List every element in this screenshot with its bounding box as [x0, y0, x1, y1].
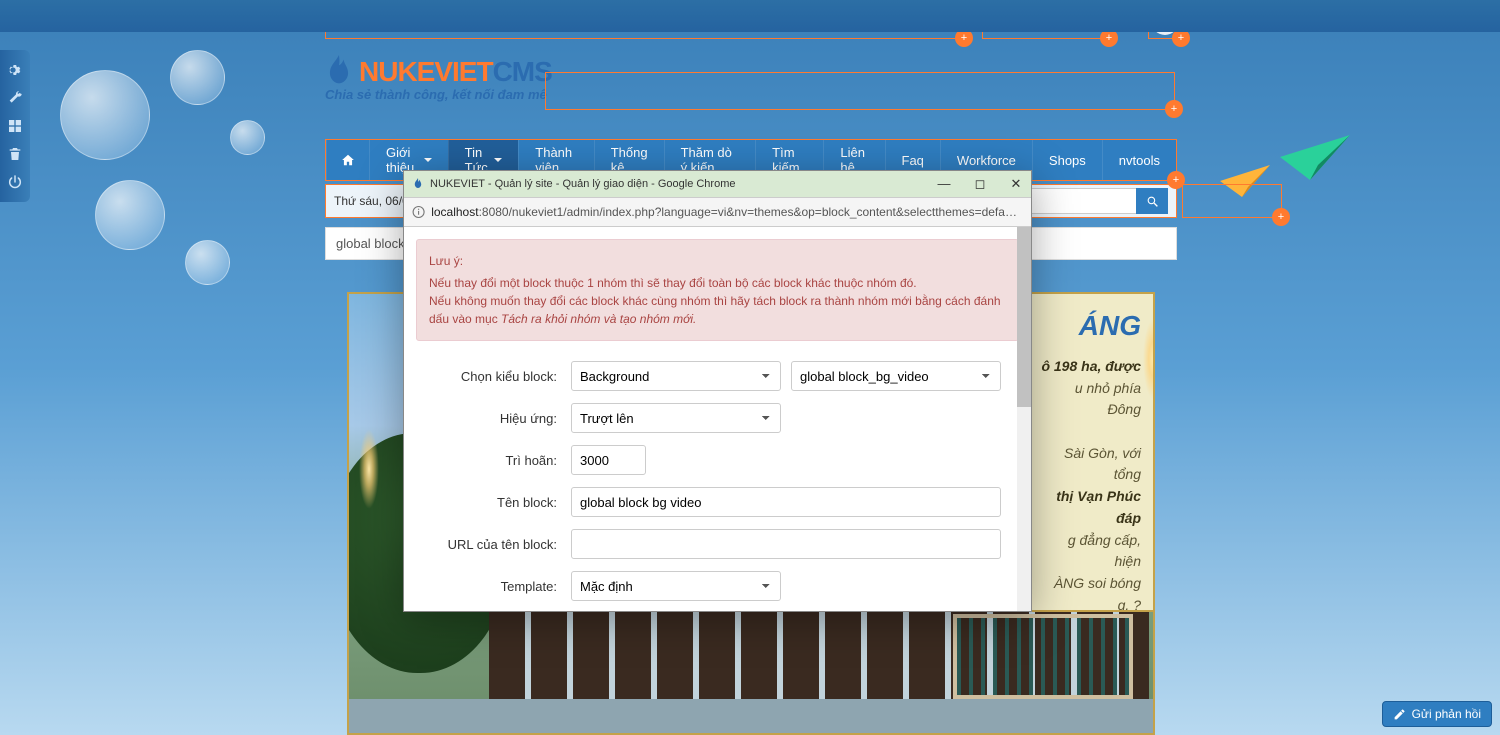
- popup-title: NUKEVIET - Quản lý site - Quản lý giao d…: [430, 178, 736, 190]
- select-block-subtype[interactable]: global block_bg_video: [791, 361, 1001, 391]
- bubble-deco: [60, 70, 150, 160]
- select-effect[interactable]: Trượt lên: [571, 403, 781, 433]
- logo-text: NUKEVIETCMS: [359, 56, 552, 88]
- nav-nvtools[interactable]: nvtools: [1102, 140, 1176, 180]
- popup-titlebar[interactable]: NUKEVIET - Quản lý site - Quản lý giao d…: [404, 171, 1031, 197]
- bubble-deco: [230, 120, 265, 155]
- admin-toolbar: [0, 50, 30, 202]
- info-card-body: ô 198 ha, được u nhỏ phía Đông Sài Gòn, …: [1039, 356, 1141, 612]
- add-block-button[interactable]: +: [1165, 100, 1183, 118]
- label-block-type: Chọn kiểu block:: [416, 369, 571, 384]
- input-delay[interactable]: [571, 445, 646, 475]
- scrollbar-thumb[interactable]: [1017, 227, 1031, 407]
- select-block-type[interactable]: Background: [571, 361, 781, 391]
- add-block-button[interactable]: +: [1272, 208, 1290, 226]
- window-close-button[interactable]: ✕: [1009, 176, 1023, 192]
- info-icon: [412, 205, 425, 219]
- input-block-name[interactable]: [571, 487, 1001, 517]
- alert-warning: Lưu ý: Nếu thay đổi một block thuộc 1 nh…: [416, 239, 1019, 341]
- popup-scrollbar[interactable]: [1017, 227, 1031, 611]
- bubble-deco: [185, 240, 230, 285]
- popup-window: NUKEVIET - Quản lý site - Quản lý giao d…: [403, 170, 1032, 612]
- input-block-url[interactable]: [571, 529, 1001, 559]
- add-block-button[interactable]: +: [1167, 171, 1185, 189]
- search-button[interactable]: [1136, 188, 1168, 214]
- date-text: Thứ sáu, 06/0: [334, 194, 409, 208]
- paperplane-deco: [1280, 135, 1350, 180]
- popup-address-bar[interactable]: localhost:8080/nukeviet1/admin/index.php…: [404, 197, 1031, 227]
- nav-shops[interactable]: Shops: [1032, 140, 1102, 180]
- popup-body: Lưu ý: Nếu thay đổi một block thuộc 1 nh…: [404, 227, 1031, 611]
- chevron-down-icon: [494, 158, 502, 162]
- label-block-name: Tên block:: [416, 495, 571, 510]
- layout-icon[interactable]: [0, 112, 30, 140]
- right-empty-slot: +: [1182, 184, 1282, 218]
- bubble-deco: [170, 50, 225, 105]
- gear-icon[interactable]: [0, 56, 30, 84]
- bubble-deco: [95, 180, 165, 250]
- topbar: [0, 0, 1500, 32]
- logo-flame-icon: [325, 55, 353, 89]
- power-icon[interactable]: [0, 168, 30, 196]
- feedback-button[interactable]: Gửi phản hồi: [1382, 701, 1492, 727]
- window-minimize-button[interactable]: —: [937, 176, 951, 192]
- label-delay: Trì hoãn:: [416, 453, 571, 468]
- favicon-icon: [412, 178, 424, 190]
- nav-home[interactable]: [326, 140, 369, 180]
- wrench-icon[interactable]: [0, 84, 30, 112]
- trash-icon[interactable]: [0, 140, 30, 168]
- hero-info-card: ÁNG ô 198 ha, được u nhỏ phía Đông Sài G…: [1025, 292, 1155, 612]
- label-effect: Hiệu ứng:: [416, 411, 571, 426]
- label-block-url: URL của tên block:: [416, 537, 571, 552]
- info-card-title: ÁNG: [1039, 310, 1141, 342]
- label-template: Template:: [416, 579, 571, 594]
- select-template[interactable]: Mặc định: [571, 571, 781, 601]
- window-maximize-button[interactable]: ◻: [973, 176, 987, 192]
- banner-slot: +: [545, 72, 1175, 110]
- chevron-down-icon: [424, 158, 432, 162]
